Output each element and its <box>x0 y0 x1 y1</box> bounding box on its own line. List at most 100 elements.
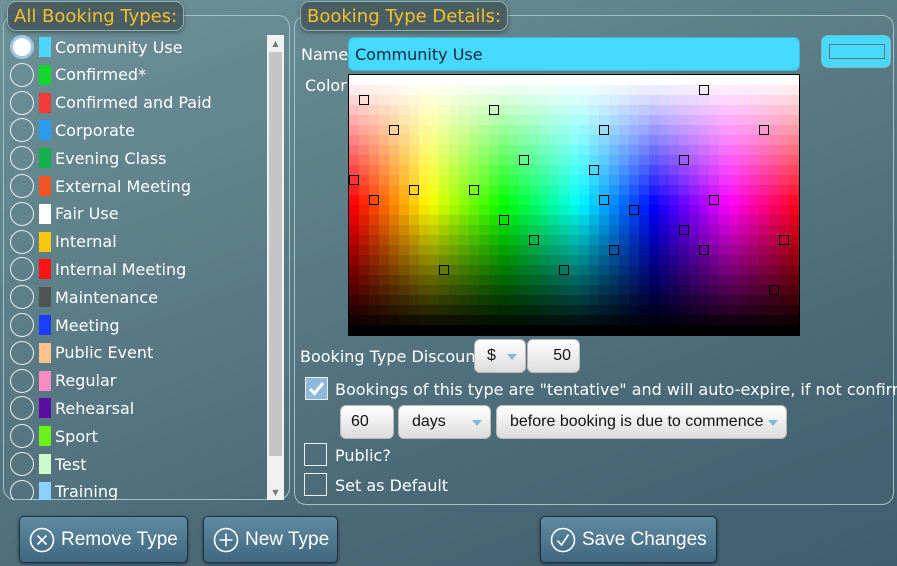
color-cell[interactable] <box>439 145 449 155</box>
color-cell[interactable] <box>629 295 639 305</box>
color-cell[interactable] <box>459 75 469 85</box>
color-cell[interactable] <box>679 195 689 205</box>
radio-button[interactable] <box>10 340 34 365</box>
color-cell[interactable] <box>519 255 529 265</box>
color-cell[interactable] <box>529 165 539 175</box>
color-cell[interactable] <box>419 145 429 155</box>
color-cell[interactable] <box>389 215 399 225</box>
color-cell[interactable] <box>769 145 779 155</box>
color-cell[interactable] <box>479 125 489 135</box>
color-cell[interactable] <box>679 165 689 175</box>
color-cell[interactable] <box>359 215 369 225</box>
color-cell[interactable] <box>619 155 629 165</box>
color-cell[interactable] <box>449 275 459 285</box>
color-cell[interactable] <box>769 305 779 315</box>
color-cell[interactable] <box>499 325 509 335</box>
color-cell[interactable] <box>359 245 369 255</box>
color-cell[interactable] <box>669 195 679 205</box>
color-cell[interactable] <box>519 225 529 235</box>
color-cell[interactable] <box>759 115 769 125</box>
color-cell[interactable] <box>499 185 509 195</box>
color-cell[interactable] <box>369 135 379 145</box>
color-cell[interactable] <box>779 275 789 285</box>
color-cell[interactable] <box>609 275 619 285</box>
color-cell[interactable] <box>779 125 789 135</box>
color-cell[interactable] <box>489 205 499 215</box>
color-cell[interactable] <box>479 305 489 315</box>
color-cell[interactable] <box>729 305 739 315</box>
color-cell[interactable] <box>379 315 389 325</box>
color-cell[interactable] <box>769 155 779 165</box>
radio-button[interactable] <box>10 35 34 59</box>
color-cell[interactable] <box>589 205 599 215</box>
color-preset-marker[interactable] <box>759 125 769 135</box>
color-cell[interactable] <box>789 205 799 215</box>
color-cell[interactable] <box>529 75 539 85</box>
color-cell[interactable] <box>429 235 439 245</box>
color-cell[interactable] <box>409 175 419 185</box>
color-cell[interactable] <box>549 175 559 185</box>
color-cell[interactable] <box>789 265 799 275</box>
color-cell[interactable] <box>709 105 719 115</box>
color-cell[interactable] <box>449 315 459 325</box>
color-cell[interactable] <box>459 295 469 305</box>
color-cell[interactable] <box>759 95 769 105</box>
color-cell[interactable] <box>759 215 769 225</box>
color-cell[interactable] <box>669 325 679 335</box>
color-cell[interactable] <box>559 205 569 215</box>
color-cell[interactable] <box>779 95 789 105</box>
color-cell[interactable] <box>379 175 389 185</box>
color-cell[interactable] <box>639 325 649 335</box>
color-cell[interactable] <box>389 245 399 255</box>
color-cell[interactable] <box>469 275 479 285</box>
color-cell[interactable] <box>509 215 519 225</box>
color-cell[interactable] <box>709 85 719 95</box>
color-cell[interactable] <box>789 165 799 175</box>
color-cell[interactable] <box>569 185 579 195</box>
color-cell[interactable] <box>409 155 419 165</box>
color-cell[interactable] <box>599 235 609 245</box>
color-cell[interactable] <box>359 125 369 135</box>
color-cell[interactable] <box>399 75 409 85</box>
color-cell[interactable] <box>639 165 649 175</box>
color-cell[interactable] <box>539 245 549 255</box>
color-cell[interactable] <box>419 295 429 305</box>
color-cell[interactable] <box>689 195 699 205</box>
color-cell[interactable] <box>359 325 369 335</box>
color-cell[interactable] <box>419 195 429 205</box>
color-cell[interactable] <box>379 225 389 235</box>
color-cell[interactable] <box>749 85 759 95</box>
color-cell[interactable] <box>629 225 639 235</box>
color-cell[interactable] <box>629 325 639 335</box>
color-cell[interactable] <box>719 145 729 155</box>
color-cell[interactable] <box>469 145 479 155</box>
color-cell[interactable] <box>399 215 409 225</box>
color-cell[interactable] <box>429 285 439 295</box>
color-cell[interactable] <box>539 165 549 175</box>
color-cell[interactable] <box>729 185 739 195</box>
color-cell[interactable] <box>529 255 539 265</box>
color-cell[interactable] <box>499 85 509 95</box>
color-cell[interactable] <box>479 325 489 335</box>
color-cell[interactable] <box>719 85 729 95</box>
color-cell[interactable] <box>439 155 449 165</box>
color-cell[interactable] <box>719 205 729 215</box>
color-cell[interactable] <box>709 175 719 185</box>
color-cell[interactable] <box>669 245 679 255</box>
color-cell[interactable] <box>409 255 419 265</box>
color-cell[interactable] <box>449 95 459 105</box>
color-cell[interactable] <box>579 135 589 145</box>
color-cell[interactable] <box>409 315 419 325</box>
color-cell[interactable] <box>789 275 799 285</box>
color-cell[interactable] <box>559 95 569 105</box>
color-cell[interactable] <box>689 115 699 125</box>
color-cell[interactable] <box>609 165 619 175</box>
color-cell[interactable] <box>769 275 779 285</box>
color-cell[interactable] <box>369 235 379 245</box>
color-cell[interactable] <box>759 255 769 265</box>
color-cell[interactable] <box>659 165 669 175</box>
color-cell[interactable] <box>599 325 609 335</box>
color-cell[interactable] <box>699 185 709 195</box>
color-cell[interactable] <box>699 285 709 295</box>
color-cell[interactable] <box>619 305 629 315</box>
